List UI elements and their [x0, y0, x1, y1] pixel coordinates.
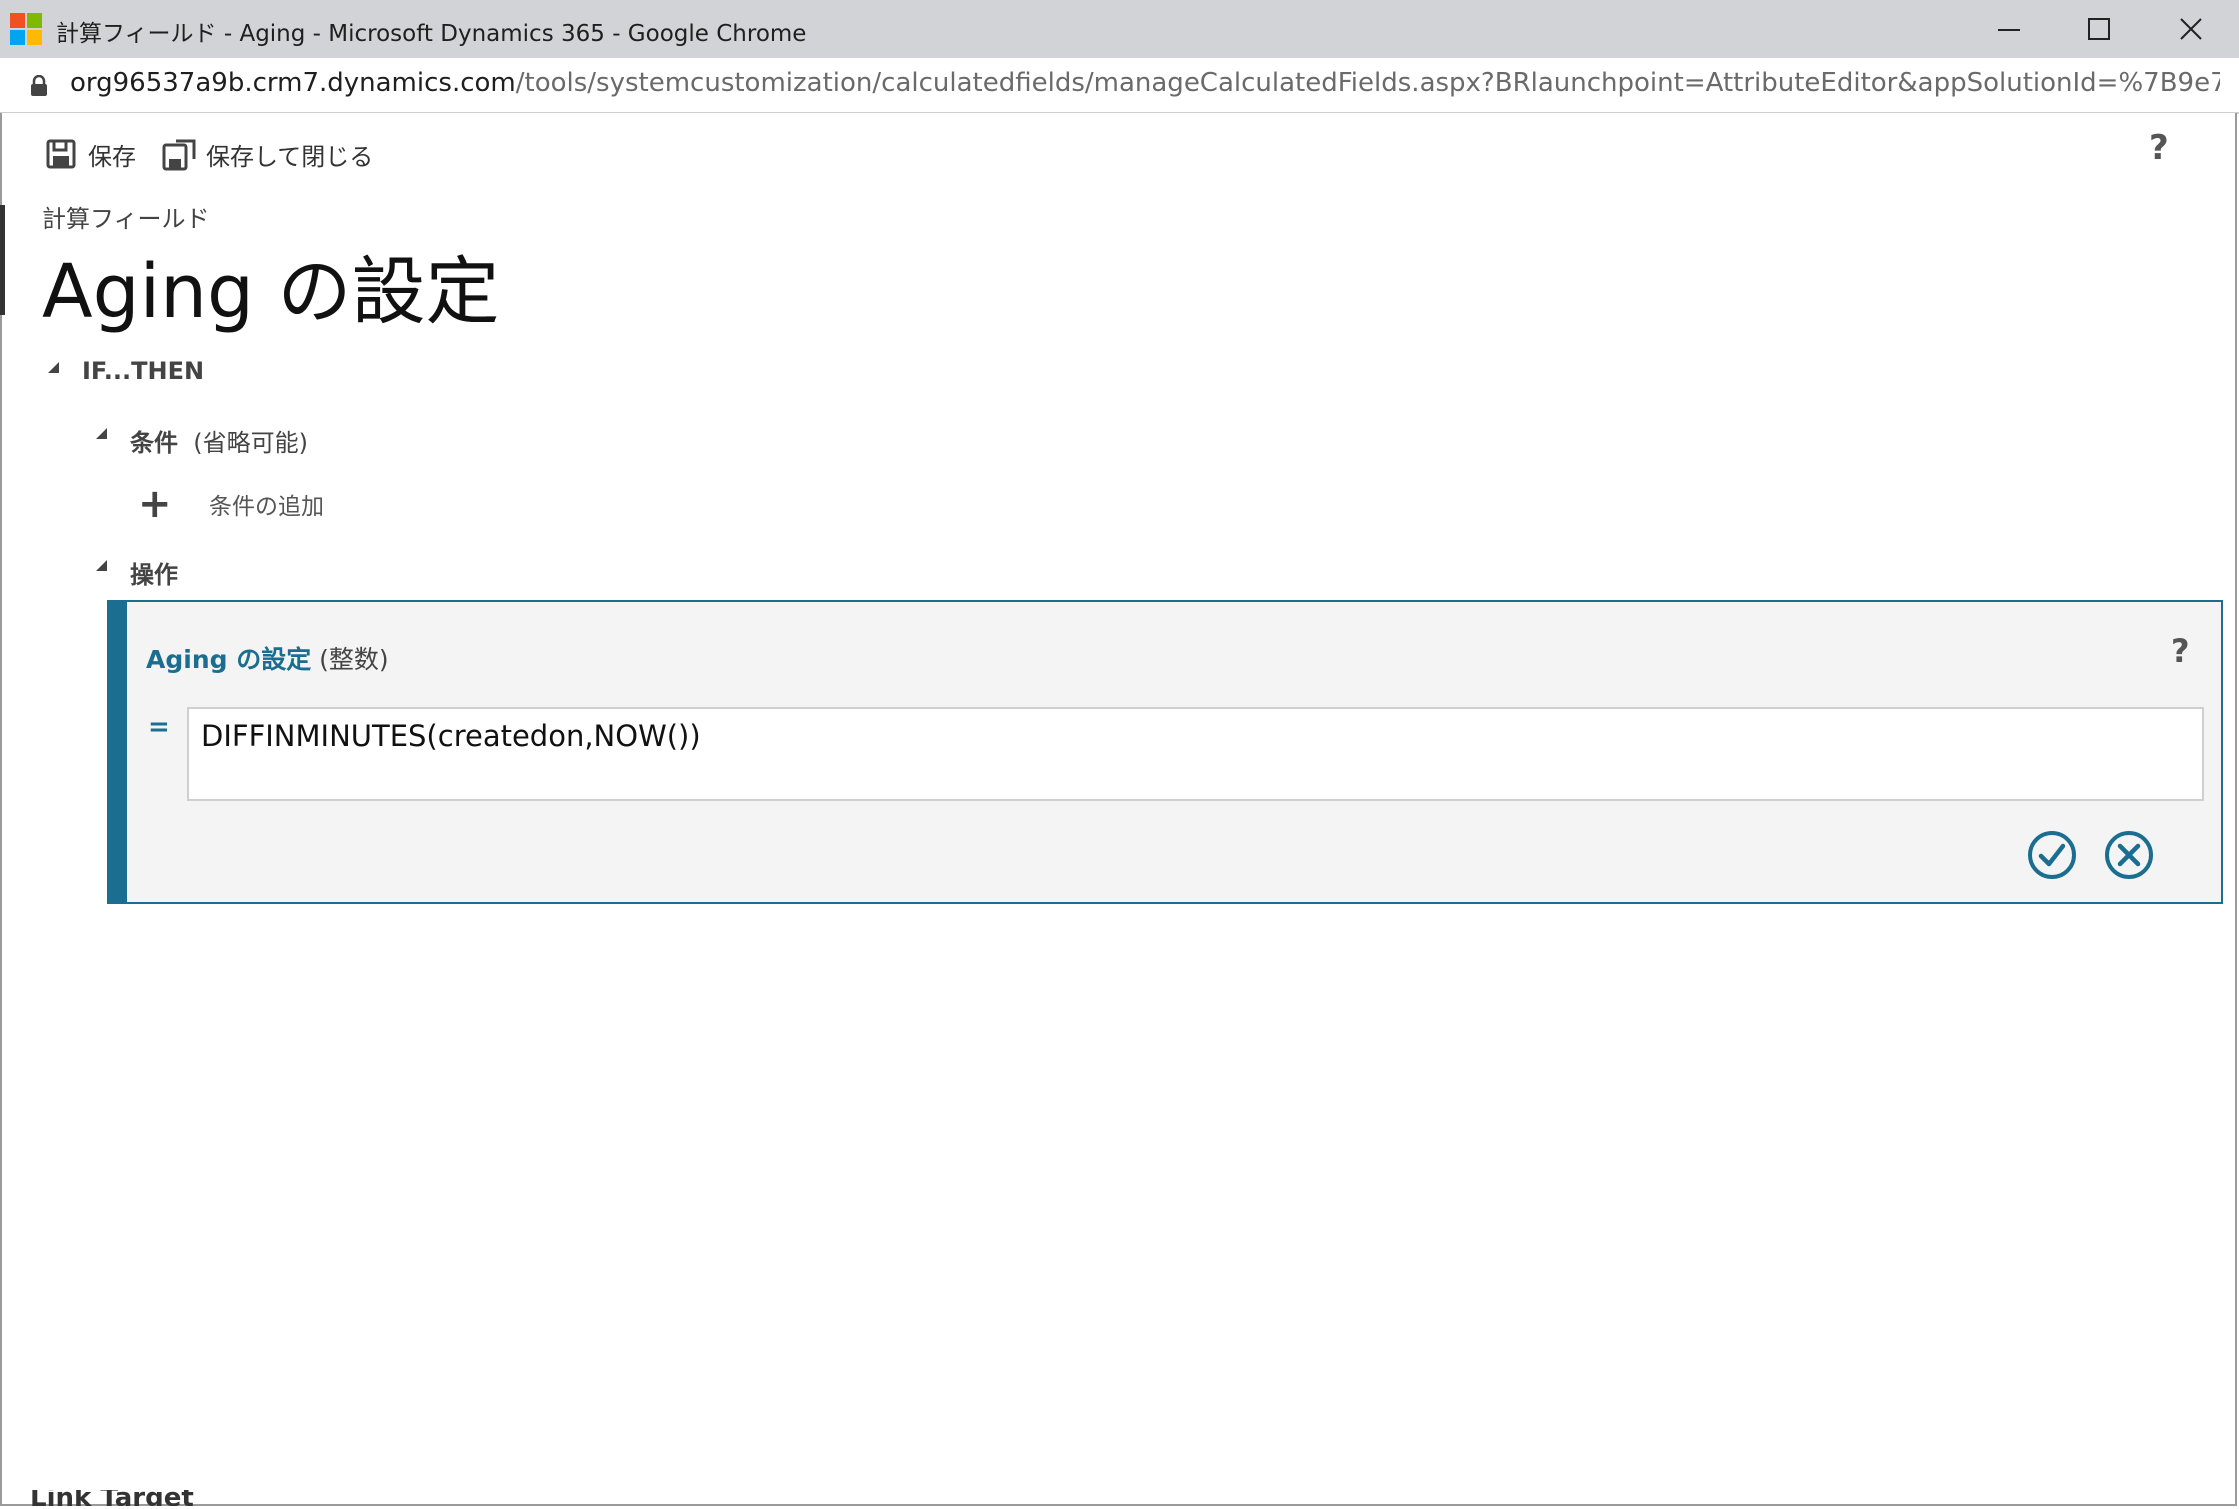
url-path: /tools/systemcustomization/calculatedfie… — [515, 68, 2220, 98]
action-field-type: (整数) — [319, 645, 389, 674]
save-and-close-button[interactable]: 保存して閉じる — [162, 137, 373, 171]
url-host: org96537a9b.crm7.dynamics.com — [70, 68, 516, 98]
microsoft-logo-icon — [10, 13, 42, 45]
background-page-text: Link Target — [30, 1490, 194, 1506]
help-icon[interactable]: ? — [2149, 128, 2169, 168]
save-label: 保存 — [88, 142, 136, 171]
checkmark-circle-icon — [2028, 831, 2076, 879]
ifthen-section-label[interactable]: IF...THEN — [82, 357, 204, 385]
url-text[interactable]: org96537a9b.crm7.dynamics.com/tools/syst… — [70, 68, 2220, 98]
action-help-icon[interactable]: ? — [2171, 632, 2190, 670]
add-condition-icon[interactable]: + — [138, 484, 172, 524]
minimize-button[interactable] — [1964, 0, 2054, 58]
condition-label: 条件 — [130, 429, 178, 457]
condition-hint: (省略可能) — [193, 429, 308, 457]
action-title: Aging の設定 (整数) — [146, 640, 389, 676]
x-circle-icon — [2105, 831, 2153, 879]
formula-input[interactable] — [187, 707, 2204, 801]
close-window-button[interactable] — [2146, 0, 2236, 58]
save-icon — [46, 139, 76, 169]
close-icon — [2180, 18, 2202, 40]
window-title: 計算フィールド - Aging - Microsoft Dynamics 365… — [56, 21, 807, 47]
collapse-action-icon[interactable] — [96, 560, 107, 571]
save-button[interactable]: 保存 — [46, 137, 136, 171]
window-titlebar: 計算フィールド - Aging - Microsoft Dynamics 365… — [0, 0, 2239, 58]
condition-section-label[interactable]: 条件 (省略可能) — [130, 423, 308, 458]
collapse-ifthen-icon[interactable] — [48, 362, 59, 373]
equals-sign: = — [148, 712, 170, 742]
maximize-button[interactable] — [2054, 0, 2144, 58]
action-section-label[interactable]: 操作 — [130, 555, 178, 590]
address-bar[interactable]: org96537a9b.crm7.dynamics.com/tools/syst… — [0, 58, 2239, 114]
confirm-button[interactable] — [2025, 828, 2079, 882]
page-subtitle: 計算フィールド — [42, 205, 210, 233]
collapse-condition-icon[interactable] — [96, 428, 107, 439]
save-close-label: 保存して閉じる — [206, 142, 374, 171]
add-condition-button[interactable]: 条件の追加 — [209, 487, 324, 521]
action-field-name: Aging の設定 — [146, 645, 312, 674]
save-close-icon — [162, 139, 196, 171]
lock-icon — [31, 75, 47, 96]
page-title: Aging の設定 — [42, 249, 500, 335]
maximize-icon — [2088, 18, 2110, 40]
left-edge-marker — [0, 205, 5, 315]
minimize-icon — [1998, 29, 2020, 31]
cancel-button[interactable] — [2102, 828, 2156, 882]
